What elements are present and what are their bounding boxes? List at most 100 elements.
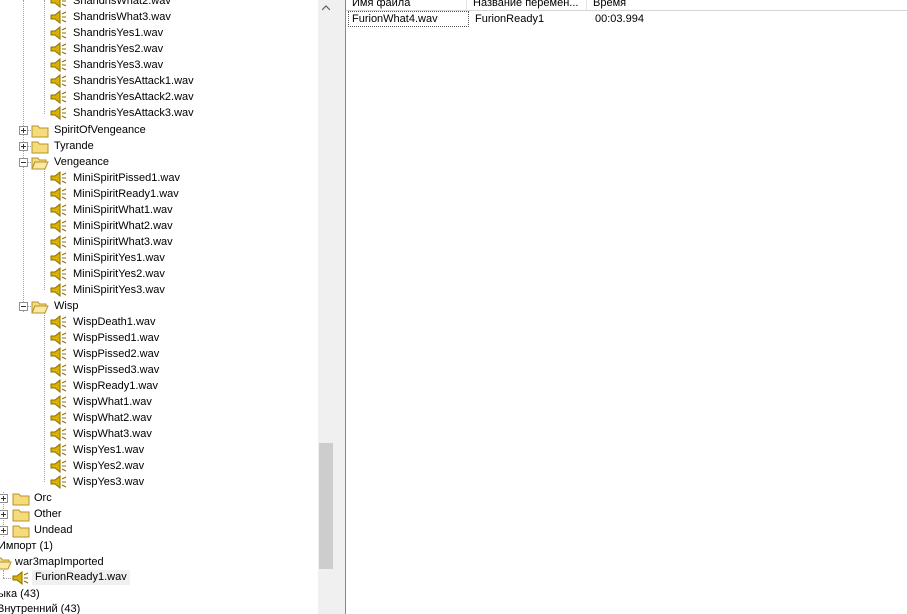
tree-item-label: WispPissed3.wav (73, 364, 160, 376)
tree-folder-other[interactable]: Other (0, 506, 200, 522)
scrollbar-thumb[interactable] (319, 443, 333, 569)
speaker-icon (50, 9, 68, 25)
cell-file-name: FurionWhat4.wav (348, 11, 469, 27)
table-row[interactable]: FurionWhat4.wav FurionReady1 00:03.994 (348, 11, 905, 27)
tree-line (44, 166, 45, 290)
sound-tree[interactable]: ShandrisWhat2.wav ShandrisWhat3.wav Shan… (0, 0, 318, 614)
tree-item-label: ShandrisYes1.wav (73, 27, 164, 39)
tree-item-label: MiniSpiritWhat1.wav (73, 204, 173, 216)
speaker-icon (50, 314, 68, 330)
tree-folder-war3map-imported[interactable]: war3mapImported (0, 554, 200, 570)
speaker-icon (50, 266, 68, 282)
column-header-time[interactable]: Время (587, 0, 907, 10)
tree-item-label: Other (34, 508, 62, 520)
tree-item-label: Vengeance (54, 156, 110, 168)
tree-root-languages[interactable]: ыка (43) (0, 586, 200, 602)
expand-button[interactable] (0, 494, 8, 503)
tree-folder-vengeance[interactable]: Vengeance (0, 154, 200, 170)
tree-item-label: WispWhat1.wav (73, 396, 152, 408)
speaker-icon (50, 25, 68, 41)
tree-item-label: ShandrisWhat3.wav (73, 11, 171, 23)
tree-item-label: WispWhat2.wav (73, 412, 152, 424)
tree-vertical-scrollbar[interactable] (318, 0, 334, 614)
speaker-icon (50, 170, 68, 186)
tree-item-label: MiniSpiritYes1.wav (73, 252, 165, 264)
chevron-up-icon (322, 5, 330, 11)
speaker-icon (50, 442, 68, 458)
speaker-icon (50, 474, 68, 490)
sound-list[interactable]: Имя файла Название перемен... Время Furi… (345, 0, 907, 614)
folder-icon (12, 506, 30, 522)
speaker-icon (50, 378, 68, 394)
folder-open-icon (31, 154, 49, 170)
speaker-icon (50, 105, 68, 121)
list-header: Имя файла Название перемен... Время (346, 0, 907, 11)
folder-icon (31, 138, 49, 154)
tree-folder-undead[interactable]: Undead (0, 522, 200, 538)
tree-line (44, 0, 45, 114)
speaker-icon (50, 57, 68, 73)
tree-folder-orc[interactable]: Orc (0, 490, 200, 506)
tree-item-label: Импорт (1) (0, 540, 53, 552)
tree-item-label: MiniSpiritYes3.wav (73, 284, 165, 296)
collapse-button[interactable] (19, 302, 28, 311)
tree-item-label: MiniSpiritWhat2.wav (73, 220, 173, 232)
tree-item-label: Undead (34, 524, 73, 536)
speaker-icon (50, 202, 68, 218)
tree-root-internal[interactable]: Внутренний (43) (0, 601, 200, 614)
speaker-icon (50, 426, 68, 442)
tree-item-label: WispYes2.wav (73, 460, 145, 472)
tree-item-label: ыка (43) (0, 588, 40, 600)
speaker-icon (50, 394, 68, 410)
expand-button[interactable] (0, 526, 8, 535)
folder-icon (12, 490, 30, 506)
folder-open-icon (0, 554, 12, 570)
speaker-icon (12, 570, 30, 586)
tree-item-label: MiniSpiritPissed1.wav (73, 172, 180, 184)
cell-time: 00:03.994 (595, 13, 644, 25)
folder-open-icon (31, 298, 49, 314)
column-header-variable-name[interactable]: Название перемен... (467, 0, 587, 10)
expand-button[interactable] (19, 126, 28, 135)
tree-item-label: ShandrisYesAttack2.wav (73, 91, 194, 103)
speaker-icon (50, 234, 68, 250)
pane-splitter[interactable] (334, 0, 345, 614)
tree-item-label: ShandrisYes2.wav (73, 43, 164, 55)
tree-item-label: ShandrisYes3.wav (73, 59, 164, 71)
tree-folder-spirit-of-vengeance[interactable]: SpiritOfVengeance (0, 122, 200, 138)
tree-item-label: Wisp (54, 300, 79, 312)
tree-folder-tyrande[interactable]: Tyrande (0, 138, 200, 154)
folder-icon (31, 122, 49, 138)
tree-item-label: WispPissed2.wav (73, 348, 160, 360)
tree-root-import[interactable]: Импорт (1) (0, 538, 200, 554)
speaker-icon (50, 186, 68, 202)
tree-item-label: ShandrisYesAttack1.wav (73, 75, 194, 87)
expand-button[interactable] (0, 510, 8, 519)
speaker-icon (50, 458, 68, 474)
tree-item-label: WispDeath1.wav (73, 316, 156, 328)
cell-variable-name: FurionReady1 (475, 13, 545, 25)
tree-item-label: WispYes1.wav (73, 444, 145, 456)
collapse-button[interactable] (19, 158, 28, 167)
tree-item-label: Внутренний (43) (0, 603, 81, 614)
tree-item-label: war3mapImported (15, 556, 104, 568)
tree-folder-wisp[interactable]: Wisp (0, 298, 200, 314)
tree-line (44, 310, 45, 482)
tree-item-label: MiniSpiritReady1.wav (73, 188, 179, 200)
expand-button[interactable] (19, 142, 28, 151)
speaker-icon (50, 0, 68, 9)
tree-item-label: MiniSpiritWhat3.wav (73, 236, 173, 248)
speaker-icon (50, 346, 68, 362)
tree-item-imported-file[interactable]: FurionReady1.wav (0, 570, 200, 586)
tree-item-label: WispWhat3.wav (73, 428, 152, 440)
tree-item-label: WispPissed1.wav (73, 332, 160, 344)
tree-item-label: ShandrisWhat2.wav (73, 0, 171, 7)
tree-item-label: Orc (34, 492, 52, 504)
speaker-icon (50, 89, 68, 105)
speaker-icon (50, 73, 68, 89)
speaker-icon (50, 362, 68, 378)
scroll-up-button[interactable] (318, 0, 334, 16)
tree-item-label: SpiritOfVengeance (54, 124, 146, 136)
tree-item-label: ShandrisYesAttack3.wav (73, 107, 194, 119)
column-header-file-name[interactable]: Имя файла (346, 0, 467, 10)
